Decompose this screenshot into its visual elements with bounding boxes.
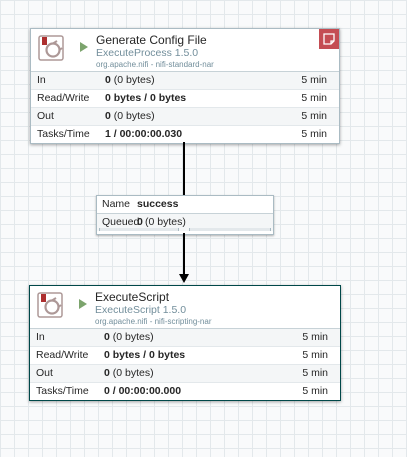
stat-value: 0 — [104, 367, 110, 379]
stat-value: 0 — [105, 74, 111, 86]
stat-label: In — [37, 74, 46, 86]
stat-time: 5 min — [302, 385, 328, 397]
connection-line[interactable] — [183, 142, 185, 195]
stat-label: Out — [37, 110, 54, 122]
stat-time: 5 min — [301, 110, 327, 122]
stat-value-detail: (0 bytes) — [112, 331, 154, 343]
backpressure-bars — [97, 228, 273, 231]
bulletin-icon[interactable] — [319, 29, 339, 49]
stat-row-tasks-time: Tasks/Time 1 / 00:00:00.030 5 min — [31, 125, 339, 143]
stat-time: 5 min — [302, 331, 328, 343]
processor-type: ExecuteScript 1.5.0 — [95, 304, 187, 316]
stat-value-detail: (0 bytes) — [113, 110, 155, 122]
stat-row-read-write: Read/Write 0 bytes / 0 bytes 5 min — [31, 89, 339, 107]
connection-name-label: Name — [102, 198, 131, 210]
processor-type: ExecuteProcess 1.5.0 — [96, 47, 199, 59]
stat-value: 0 bytes / 0 bytes — [105, 92, 187, 104]
stat-label: Read/Write — [37, 92, 90, 104]
processor-icon — [37, 292, 63, 318]
connection-line[interactable] — [183, 233, 185, 276]
processor-header: Generate Config File ExecuteProcess 1.5.… — [31, 29, 339, 71]
connection-name-row: Name success — [97, 196, 273, 213]
processor-name: Generate Config File — [96, 33, 207, 47]
stat-value-detail: (0 bytes) — [112, 367, 154, 379]
arrowhead-icon — [179, 274, 189, 283]
stat-label: In — [36, 331, 45, 343]
stat-row-out: Out 0 (0 bytes) 5 min — [30, 364, 340, 382]
stat-value: 0 — [104, 331, 110, 343]
processor-stats: In 0 (0 bytes) 5 min Read/Write 0 bytes … — [30, 328, 340, 400]
stat-time: 5 min — [301, 128, 327, 140]
connection-label[interactable]: Name success Queued 0 (0 bytes) — [96, 195, 274, 235]
stat-label: Tasks/Time — [37, 128, 90, 140]
stat-time: 5 min — [302, 349, 328, 361]
stat-row-read-write: Read/Write 0 bytes / 0 bytes 5 min — [30, 346, 340, 364]
processor-stats: In 0 (0 bytes) 5 min Read/Write 0 bytes … — [31, 71, 339, 143]
stat-row-in: In 0 (0 bytes) 5 min — [31, 72, 339, 89]
stat-label: Tasks/Time — [36, 385, 89, 397]
stat-label: Read/Write — [36, 349, 89, 361]
processor-name: ExecuteScript — [95, 290, 170, 304]
stat-value: 0 / 00:00:00.000 — [104, 385, 182, 397]
stat-value: 0 — [105, 110, 111, 122]
backpressure-object-bar — [99, 228, 179, 231]
stat-time: 5 min — [301, 92, 327, 104]
stat-value-detail: (0 bytes) — [113, 74, 155, 86]
processor-icon — [38, 35, 64, 61]
processor-generate-config-file[interactable]: Generate Config File ExecuteProcess 1.5.… — [30, 28, 340, 144]
stat-value: 1 / 00:00:00.030 — [105, 128, 183, 140]
connection-name-value: success — [137, 198, 179, 210]
stat-row-tasks-time: Tasks/Time 0 / 00:00:00.000 5 min — [30, 382, 340, 400]
processor-execute-script[interactable]: ExecuteScript ExecuteScript 1.5.0 org.ap… — [29, 285, 341, 401]
stat-time: 5 min — [302, 367, 328, 379]
processor-bundle: org.apache.nifi - nifi-scripting-nar — [95, 317, 212, 326]
backpressure-size-bar — [189, 228, 271, 231]
stat-row-in: In 0 (0 bytes) 5 min — [30, 329, 340, 346]
play-icon[interactable] — [79, 299, 87, 309]
stat-time: 5 min — [301, 74, 327, 86]
processor-header: ExecuteScript ExecuteScript 1.5.0 org.ap… — [30, 286, 340, 328]
processor-bundle: org.apache.nifi - nifi-standard-nar — [96, 60, 214, 69]
connection-queued-row: Queued 0 (0 bytes) — [97, 213, 273, 231]
stat-label: Out — [36, 367, 53, 379]
stat-row-out: Out 0 (0 bytes) 5 min — [31, 107, 339, 125]
stat-value: 0 bytes / 0 bytes — [104, 349, 186, 361]
play-icon[interactable] — [80, 42, 88, 52]
